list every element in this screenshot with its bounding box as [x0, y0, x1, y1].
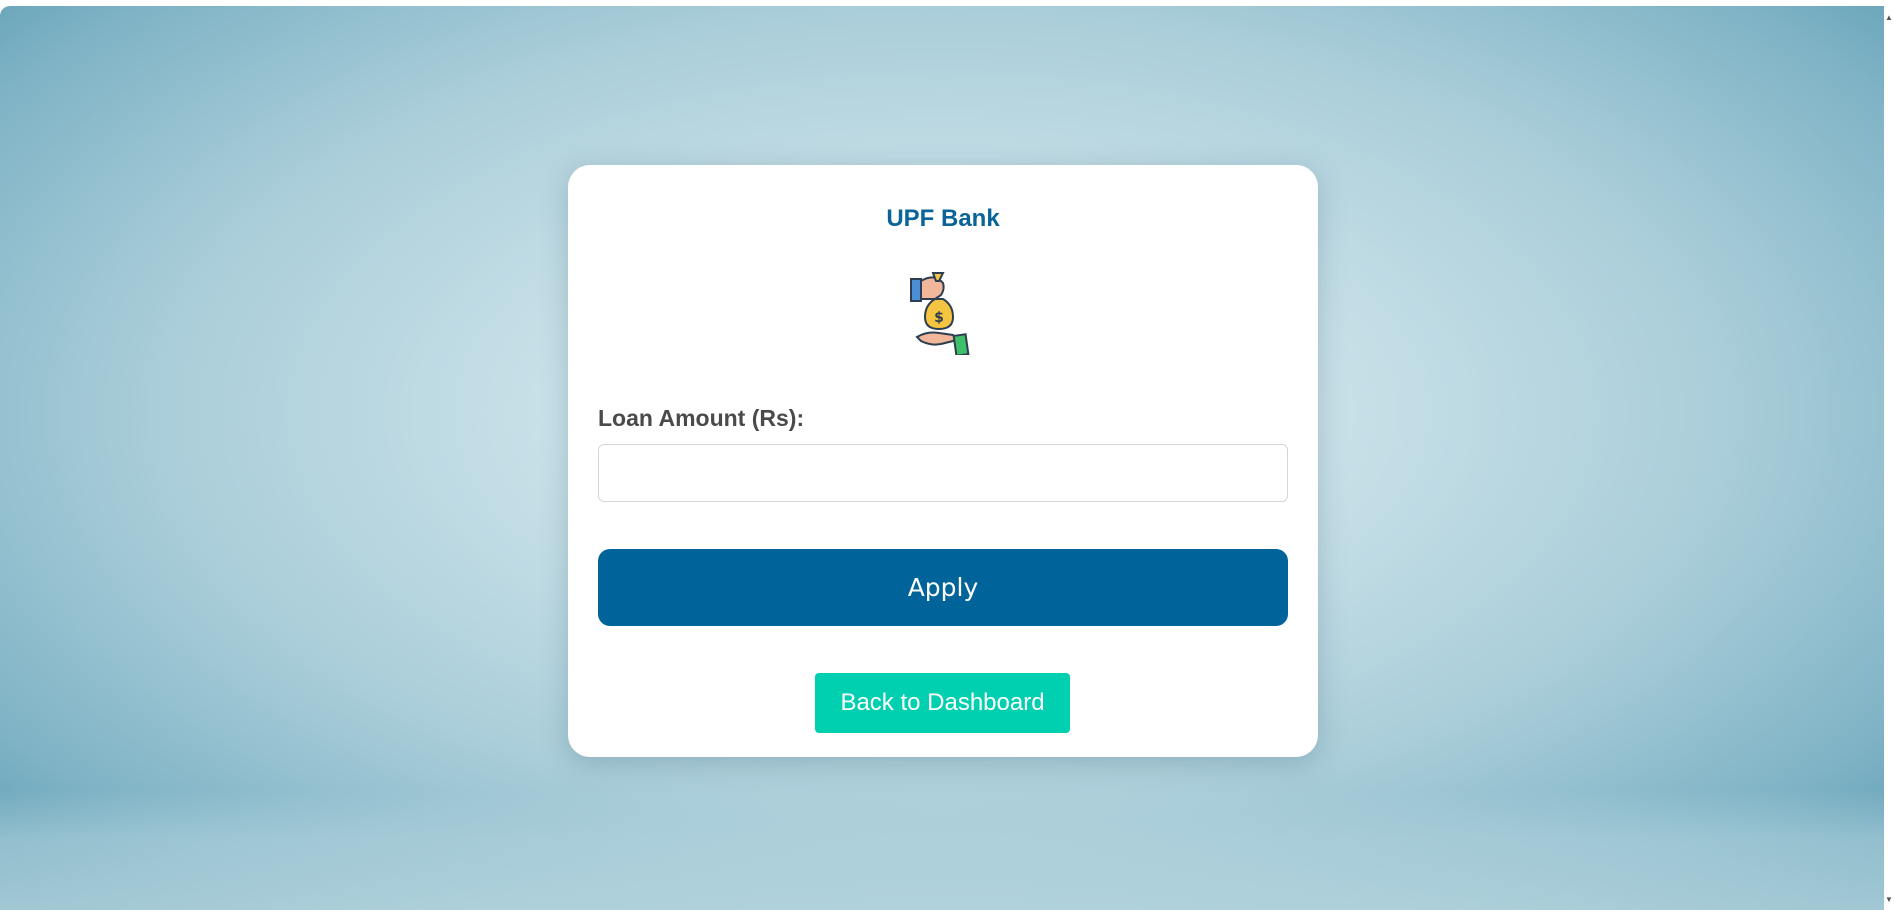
money-bag-hands-icon: $ [910, 272, 970, 355]
back-to-dashboard-button[interactable]: Back to Dashboard [815, 673, 1070, 733]
scroll-up-arrow-icon[interactable]: ▲ [1885, 14, 1893, 22]
loan-amount-label: Loan Amount (Rs): [598, 405, 805, 431]
scroll-down-arrow-icon[interactable]: ▼ [1885, 896, 1893, 904]
loan-card: UPF Bank $ Loan Amount (Rs): Apply Back … [568, 165, 1318, 757]
loan-amount-input[interactable] [598, 444, 1288, 502]
apply-button[interactable]: Apply [598, 549, 1288, 626]
bank-title: UPF Bank [886, 205, 1000, 232]
vertical-scrollbar[interactable]: ▲ ▼ [1884, 0, 1894, 910]
svg-text:$: $ [934, 310, 944, 326]
page-background: UPF Bank $ Loan Amount (Rs): Apply Back … [0, 6, 1884, 910]
